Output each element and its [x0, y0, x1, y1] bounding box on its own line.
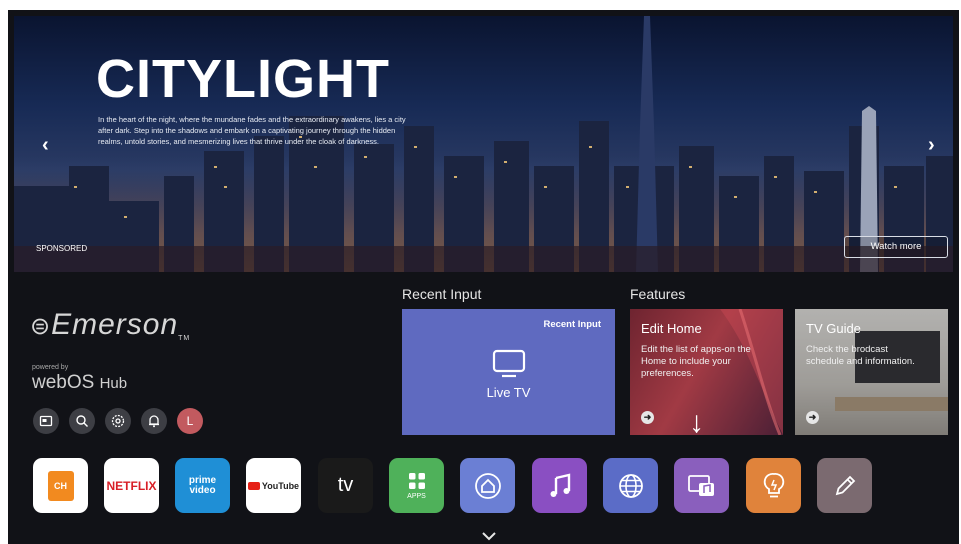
powered-by-label: powered by [32, 364, 69, 371]
feature-description: Check the brodcast schedule and informat… [806, 344, 915, 367]
apps-label: APPS [407, 493, 426, 500]
arrow-right-icon: ➜ [806, 411, 819, 424]
apple-tv-logo: tv [337, 474, 354, 496]
app-edit[interactable] [817, 458, 872, 513]
search-icon[interactable] [69, 408, 95, 434]
tv-icon [492, 349, 526, 378]
app-music[interactable] [532, 458, 587, 513]
arrow-right-icon: ➜ [641, 411, 654, 424]
app-tips[interactable] [746, 458, 801, 513]
recent-input-card[interactable]: Recent Input Live TV [402, 309, 615, 435]
hero-banner[interactable]: CITYLIGHT In the heart of the night, whe… [14, 16, 953, 272]
webos-hub-logo: webOS Hub [32, 372, 127, 394]
lightbulb-icon [763, 472, 784, 497]
arrow-down-indicator-icon: ↓ [689, 406, 704, 439]
chevron-left-icon[interactable]: ‹ [42, 134, 49, 157]
app-netflix[interactable]: NETFLIX [104, 458, 159, 513]
input-icon[interactable] [33, 408, 59, 434]
feature-title: Edit Home [641, 321, 702, 336]
features-heading: Features [630, 286, 686, 302]
pencil-icon [835, 475, 855, 495]
tv-screen: CITYLIGHT In the heart of the night, whe… [8, 10, 959, 544]
feature-title: TV Guide [806, 321, 861, 336]
chevron-down-icon[interactable] [481, 528, 497, 544]
live-tv-label: Live TV [486, 385, 531, 400]
hub-label: Hub [99, 375, 128, 392]
brand-name: Emerson [51, 308, 179, 341]
prime-video-logo: prime video [188, 474, 217, 496]
youtube-logo: YouTube [261, 480, 300, 491]
user-avatar[interactable]: L [177, 408, 203, 434]
emerson-logo: ⊜EmersonTM [30, 308, 190, 342]
recent-input-heading: Recent Input [402, 286, 482, 302]
hero-description: In the heart of the night, where the mun… [98, 115, 406, 146]
watch-more-button[interactable]: Watch more [844, 236, 948, 258]
webos-label: webOS [32, 372, 95, 393]
globe-icon [618, 473, 643, 498]
hero-title: CITYLIGHT [96, 49, 390, 109]
app-apps[interactable]: APPS [389, 458, 444, 513]
app-media-player[interactable] [674, 458, 729, 513]
netflix-logo: NETFLIX [106, 478, 157, 493]
recent-input-tag: Recent Input [543, 319, 601, 330]
app-channel-plus[interactable]: CH [33, 458, 88, 513]
trademark-label: TM [178, 335, 191, 342]
emerson-emblem-icon: ⊜ [30, 313, 52, 340]
settings-icon[interactable] [105, 408, 131, 434]
home-dashboard-icon [474, 472, 501, 499]
apps-grid-icon [408, 473, 425, 489]
youtube-play-icon [247, 481, 260, 490]
app-apple-tv[interactable]: tv [318, 458, 373, 513]
app-web-browser[interactable] [603, 458, 658, 513]
channel-plus-icon: CH [47, 470, 74, 501]
chevron-right-icon[interactable]: › [928, 134, 935, 157]
app-home-dashboard[interactable] [460, 458, 515, 513]
media-player-icon [687, 474, 714, 496]
app-prime-video[interactable]: prime video [175, 458, 230, 513]
feature-card-edit-home[interactable]: Edit Home Edit the list of apps-on the H… [630, 309, 783, 435]
app-youtube[interactable]: YouTube [246, 458, 301, 513]
feature-description: Edit the list of apps-on the Home to inc… [641, 344, 751, 379]
feature-card-tv-guide[interactable]: TV Guide Check the brodcast schedule and… [795, 309, 948, 435]
music-note-icon [550, 472, 570, 497]
notifications-icon[interactable] [141, 408, 167, 434]
quick-actions: L [33, 408, 203, 434]
sponsored-label: SPONSORED [36, 244, 88, 253]
